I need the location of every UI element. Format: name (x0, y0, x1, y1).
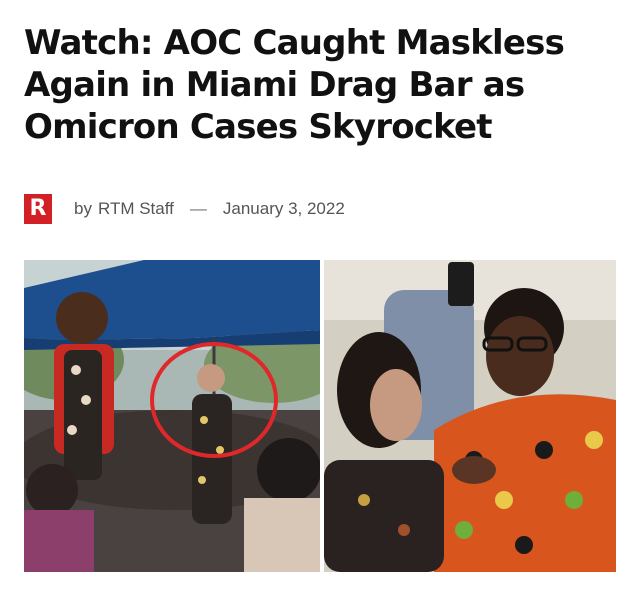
photo-right-close-up (324, 260, 616, 572)
close-up-illustration (324, 260, 616, 572)
byline-prefix: by (74, 199, 92, 218)
author-name[interactable]: RTM Staff (98, 199, 174, 219)
publish-date: January 3, 2022 (222, 199, 345, 218)
byline-separator: — (189, 199, 207, 218)
article-image (24, 260, 616, 572)
article-headline: Watch: AOC Caught Maskless Again in Miam… (24, 23, 565, 147)
photo-left-bar-scene (24, 260, 320, 572)
publisher-logo[interactable]: R (24, 194, 52, 224)
logo-letter: R (29, 195, 47, 221)
byline: R by RTM Staff — January 3, 2022 (24, 194, 345, 224)
bar-scene-illustration (24, 260, 320, 572)
